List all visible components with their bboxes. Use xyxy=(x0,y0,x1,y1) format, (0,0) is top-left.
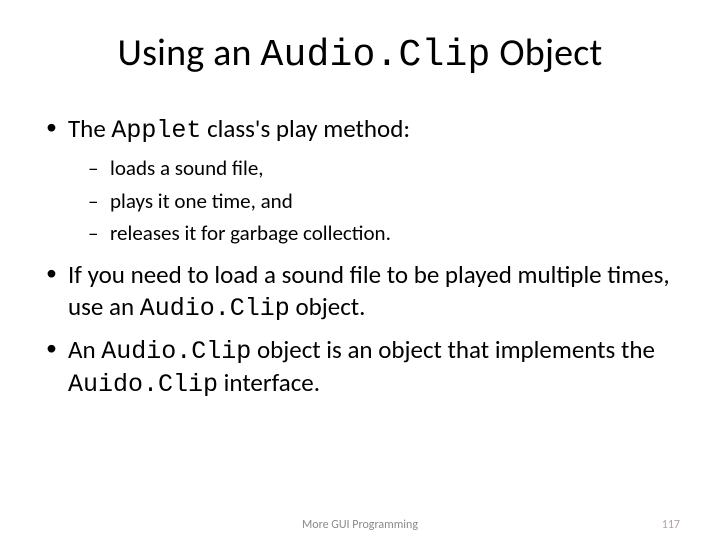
bullet-3: An Audio.Clip object is an object that i… xyxy=(42,334,680,401)
slide: Using an Audio.Clip Object The Applet cl… xyxy=(0,0,720,540)
bullet-2: If you need to load a sound file to be p… xyxy=(42,259,680,324)
footer-text: More GUI Programming xyxy=(302,518,418,532)
bullet-2-post: object. xyxy=(290,291,366,322)
title-text-post: Object xyxy=(491,30,603,76)
title-code: Audio.Clip xyxy=(261,34,491,77)
bullet-2-code: Audio.Clip xyxy=(140,294,290,323)
bullet-1-pre: The xyxy=(68,113,111,144)
bullet-1-code: Applet xyxy=(111,116,201,145)
bullet-1: The Applet class's play method: loads a … xyxy=(42,113,680,247)
title-text-pre: Using an xyxy=(118,30,261,76)
bullet-3-mid: object is an object that implements the xyxy=(251,334,655,365)
sub-bullet-2: plays it one time, and xyxy=(86,187,680,215)
page-number: 117 xyxy=(662,518,680,532)
sub-bullet-3: releases it for garbage collection. xyxy=(86,219,680,247)
bullet-3-post: interface. xyxy=(218,367,320,398)
bullet-3-pre: An xyxy=(68,334,101,365)
bullet-1-post: class's play method: xyxy=(201,113,410,144)
slide-title: Using an Audio.Clip Object xyxy=(40,30,680,77)
sub-bullet-1: loads a sound file, xyxy=(86,154,680,182)
bullet-3-code1: Audio.Clip xyxy=(101,337,251,366)
bullet-list: The Applet class's play method: loads a … xyxy=(42,113,680,400)
bullet-3-code2: Auido.Clip xyxy=(68,370,218,399)
sub-bullet-list: loads a sound file, plays it one time, a… xyxy=(86,154,680,247)
